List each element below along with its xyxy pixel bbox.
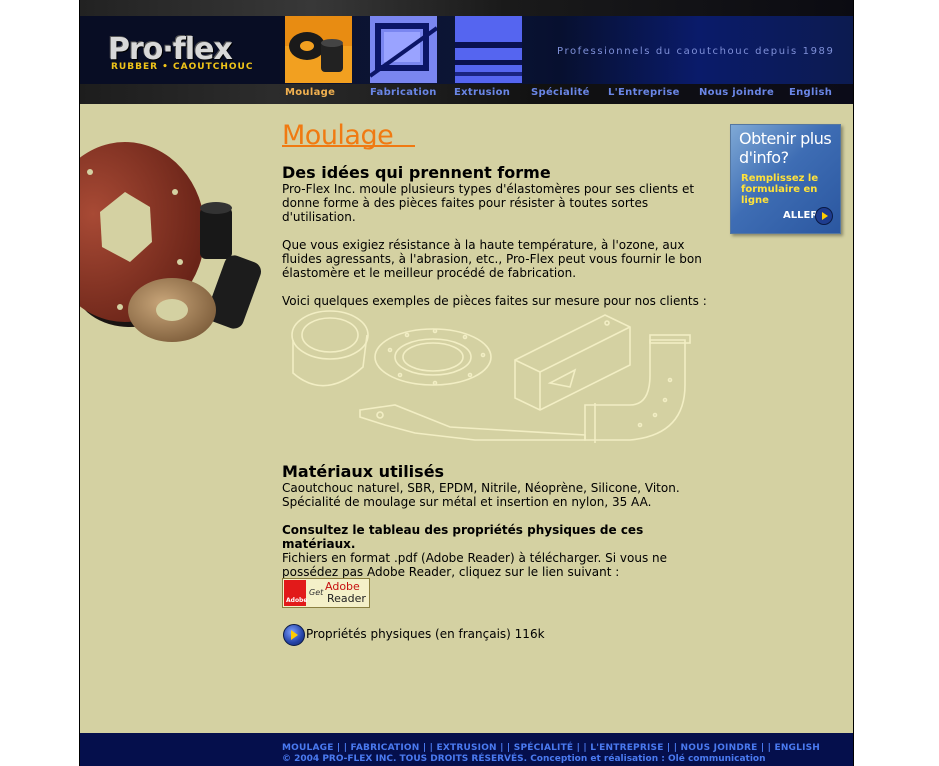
parts-line-drawing (291, 310, 691, 443)
info-request-promo[interactable]: Obtenir plus d'info? Remplissez le formu… (730, 124, 841, 234)
pdf-arrow-icon[interactable] (283, 624, 305, 646)
paragraph-bold: Consultez le tableau des propriétés phys… (282, 523, 644, 551)
nav-extrusion[interactable]: Extrusion (454, 87, 510, 98)
page-container: Pro·flex RUBBER • CAOUTCHOUC Professionn… (79, 0, 854, 766)
adobe-logo-word: Adobe (286, 597, 308, 604)
footer-link-extrusion[interactable]: EXTRUSION (437, 743, 497, 753)
promo-go-button[interactable]: ALLER (783, 210, 818, 221)
nav-english[interactable]: English (789, 87, 832, 98)
section-materials-body: Caoutchouc naturel, SBR, EPDM, Nitrile, … (282, 481, 720, 579)
footer-link-english[interactable]: ENGLISH (774, 743, 820, 753)
footer-link-nous-joindre[interactable]: NOUS JOINDRE (681, 743, 758, 753)
section-heading-ideas: Des idées qui prennent forme (282, 163, 551, 182)
adobe-reader-label: Reader (327, 592, 366, 605)
footer-link-specialite[interactable]: SPÉCIALITÉ (514, 743, 574, 753)
logo-subtitle: RUBBER • CAOUTCHOUC (111, 62, 254, 72)
promo-title: Obtenir plus d'info? (739, 129, 832, 167)
paragraph: Fichiers en format .pdf (Adobe Reader) à… (282, 551, 668, 579)
paragraph: Caoutchouc naturel, SBR, EPDM, Nitrile, … (282, 481, 680, 509)
paragraph: Pro-Flex Inc. moule plusieurs types d'él… (282, 182, 695, 224)
get-adobe-reader-button[interactable]: Adobe Get Adobe Reader (282, 578, 370, 608)
nav-nous-joindre[interactable]: Nous joindre (699, 87, 774, 98)
footer-nav: MOULAGE | | FABRICATION | | EXTRUSION | … (282, 743, 820, 753)
footer-separator: | | (663, 743, 681, 753)
footer-separator: | | (573, 743, 591, 753)
nav-entreprise[interactable]: L'Entreprise (608, 87, 680, 98)
nav-moulage[interactable]: Moulage (285, 87, 335, 98)
promo-subtitle: Remplissez le formulaire en ligne (741, 173, 819, 206)
section-ideas-body: Pro-Flex Inc. moule plusieurs types d'él… (282, 182, 720, 308)
nav-fabrication[interactable]: Fabrication (370, 87, 437, 98)
footer-separator: | | (419, 743, 437, 753)
nav-specialite[interactable]: Spécialité (531, 87, 590, 98)
paragraph: Que vous exigiez résistance à la haute t… (282, 238, 702, 280)
footer-separator: | | (333, 743, 351, 753)
arrow-right-icon[interactable] (815, 207, 833, 225)
footer-separator: | | (757, 743, 775, 753)
adobe-get-label: Get (309, 588, 324, 597)
moulage-thumbnail[interactable] (285, 16, 352, 83)
rubber-parts-photo (80, 142, 262, 342)
footer-separator: | | (496, 743, 514, 753)
tagline: Professionnels du caoutchouc depuis 1989 (557, 46, 835, 57)
fabrication-thumbnail[interactable] (370, 16, 437, 83)
footer-link-moulage[interactable]: MOULAGE (282, 743, 334, 753)
footer-copyright: © 2004 PRO-FLEX INC. TOUS DROITS RÉSERVÉ… (282, 754, 766, 764)
top-band (80, 0, 853, 16)
logo-area[interactable]: Pro·flex RUBBER • CAOUTCHOUC (80, 16, 285, 84)
title-underline (282, 145, 415, 147)
footer-link-entreprise[interactable]: L'ENTREPRISE (590, 743, 663, 753)
pdf-properties-link[interactable]: Propriétés physiques (en français) 116k (306, 627, 545, 641)
footer-link-fabrication[interactable]: FABRICATION (351, 743, 420, 753)
section-heading-materials: Matériaux utilisés (282, 462, 445, 481)
extrusion-thumbnail[interactable] (455, 16, 522, 83)
